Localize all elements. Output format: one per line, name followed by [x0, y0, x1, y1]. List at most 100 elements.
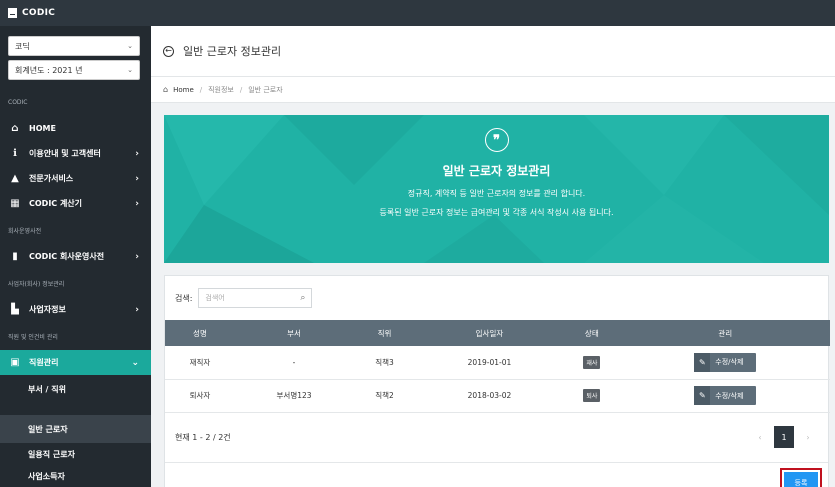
sidebar-item-label: CODIC 회사운영사전	[29, 252, 105, 261]
quote-icon: ❞	[484, 128, 509, 152]
year-select[interactable]: 회계년도 : 2021 년 ⌄	[8, 60, 140, 80]
search-row: 검색: ⌕	[165, 276, 828, 320]
table-header-row: 성명 부서 직위 입사일자 상태 관리	[165, 320, 830, 346]
cell-department: 부서명123	[276, 391, 312, 400]
sidebar-item-business[interactable]: ▙ 사업자정보 ›	[0, 297, 151, 322]
cell-name: 퇴사자	[189, 391, 211, 400]
chevron-right-icon: ›	[135, 198, 139, 209]
section-label: 사업자(회사) 정보관리	[8, 280, 65, 288]
graduation-cap-icon: ▲	[11, 173, 19, 184]
search-box[interactable]: ⌕	[198, 288, 313, 308]
section-label: 직원 및 인건비 관리	[8, 333, 58, 341]
column-header-name[interactable]: 성명	[165, 320, 235, 346]
chevron-down-icon: ⌄	[131, 357, 139, 368]
breadcrumb-section[interactable]: 직원정보	[208, 85, 234, 95]
sidebar-item-expert[interactable]: ▲ 전문가서비스 ›	[0, 166, 151, 191]
column-header-department[interactable]: 부서	[235, 320, 353, 346]
column-header-position[interactable]: 직위	[353, 320, 416, 346]
search-icon[interactable]: ⌕	[300, 293, 305, 303]
sidebar-subitem-daily-workers[interactable]: 일용직 근로자	[0, 443, 151, 465]
search-label: 검색:	[175, 293, 193, 303]
status-badge: 퇴사	[583, 389, 601, 402]
top-bar: CODIC	[0, 0, 835, 26]
user-card-icon: ▣	[10, 357, 20, 368]
hero-line-1: 정규직, 계약직 등 일반 근로자의 정보를 관리 합니다.	[407, 189, 586, 198]
chevron-down-icon: ⌄	[127, 66, 133, 74]
prev-page-button[interactable]: ‹	[750, 426, 770, 448]
chevron-right-icon: ›	[135, 173, 139, 184]
cell-status: 재사	[563, 346, 621, 379]
home-icon: ⌂	[11, 123, 19, 134]
main-content: ← 일반 근로자 정보관리 ⌂ Home / 직원정보 / 일반 근로자 ❞ 일…	[151, 26, 835, 487]
worker-table: 성명 부서 직위 입사일자 상태 관리 재직자 - 직책3 2019-01-01…	[165, 320, 830, 413]
cell-position: 직책3	[375, 357, 394, 367]
edit-delete-label: 수정/삭제	[715, 391, 744, 400]
breadcrumb-home[interactable]: Home	[173, 86, 194, 94]
sidebar-item-support[interactable]: ℹ 이용안내 및 고객센터 ›	[0, 141, 151, 166]
font-select[interactable]: 코딕 ⌄	[8, 36, 140, 56]
table-footer: 현재 1 - 2 / 2건 ‹ 1 ›	[165, 413, 828, 463]
cell-status: 퇴사	[563, 379, 621, 412]
page-title: 일반 근로자 정보관리	[183, 45, 282, 58]
register-row: 등록	[780, 468, 822, 487]
section-label: 회사운영사전	[8, 227, 42, 235]
sidebar-item-label: 사업자정보	[29, 305, 66, 314]
column-header-hire-date[interactable]: 입사일자	[416, 320, 563, 346]
column-header-manage: 관리	[718, 328, 733, 338]
edit-icon: ✎	[694, 352, 711, 372]
edit-delete-button[interactable]: ✎ 수정/삭제	[694, 386, 757, 405]
hero-line-2: 등록된 일반 근로자 정보는 급여관리 및 각종 서식 작성시 사용 됩니다.	[379, 208, 614, 217]
brand-name[interactable]: CODIC	[22, 8, 55, 18]
cell-position: 직책2	[375, 391, 394, 400]
logo-icon	[8, 8, 17, 18]
section-label: CODIC	[8, 98, 28, 106]
sidebar-subitem-departments[interactable]: 부서 / 직위	[0, 375, 151, 403]
book-icon: ▮	[12, 251, 18, 262]
breadcrumb-current: 일반 근로자	[248, 85, 283, 94]
hero-title: 일반 근로자 정보관리	[442, 164, 551, 178]
chevron-right-icon: ›	[135, 148, 139, 159]
sidebar: 코딕 ⌄ 회계년도 : 2021 년 ⌄ CODIC ⌂ HOME ℹ 이용안내…	[0, 26, 151, 487]
page-button-1[interactable]: 1	[774, 426, 794, 448]
next-page-button[interactable]: ›	[798, 426, 818, 448]
sidebar-item-calculator[interactable]: ▦ CODIC 계산기 ›	[0, 191, 151, 216]
sidebar-subitem-business-income[interactable]: 사업소득자	[0, 465, 151, 487]
edit-delete-button[interactable]: ✎ 수정/삭제	[694, 352, 757, 372]
sidebar-item-label: 이용안내 및 고객센터	[29, 149, 101, 158]
cell-name: 재직자	[189, 357, 211, 367]
hero-banner: ❞ 일반 근로자 정보관리 정규직, 계약직 등 일반 근로자의 정보를 관리 …	[164, 115, 829, 263]
sidebar-subitem-regular-workers[interactable]: 일반 근로자	[0, 415, 151, 443]
status-badge: 재사	[583, 355, 601, 369]
chevron-right-icon: ›	[135, 251, 139, 262]
calculator-icon: ▦	[10, 198, 20, 209]
table-row: 재직자 - 직책3 2019-01-01 재사 ✎ 수정/삭제	[165, 346, 830, 379]
breadcrumb: ⌂ Home / 직원정보 / 일반 근로자	[151, 77, 835, 103]
sidebar-item-dictionary[interactable]: ▮ CODIC 회사운영사전 ›	[0, 244, 151, 269]
cell-hire-date: 2018-03-02	[467, 391, 512, 400]
back-arrow-icon[interactable]: ←	[163, 45, 174, 57]
column-header-status[interactable]: 상태	[563, 320, 621, 346]
register-button[interactable]: 등록	[780, 468, 822, 487]
home-icon: ⌂	[163, 85, 169, 94]
sidebar-item-label: HOME	[29, 124, 56, 133]
page-header: ← 일반 근로자 정보관리	[151, 26, 835, 77]
worker-list-panel: 검색: ⌕ 성명 부서 직위 입사일자 상태 관리 재직자	[164, 275, 830, 487]
sidebar-item-label: 직원관리	[29, 358, 59, 367]
edit-icon: ✎	[694, 386, 711, 405]
sidebar-item-label: 전문가서비스	[29, 174, 74, 183]
cell-hire-date: 2019-01-01	[467, 357, 512, 367]
table-row: 퇴사자 부서명123 직책2 2018-03-02 퇴사 ✎ 수정/삭제	[165, 379, 830, 412]
cell-manage: ✎ 수정/삭제	[621, 346, 830, 379]
year-select-value: 회계년도 : 2021 년	[15, 65, 83, 75]
info-icon: ℹ	[13, 148, 17, 159]
sidebar-item-home[interactable]: ⌂ HOME	[0, 116, 151, 141]
chevron-down-icon: ⌄	[127, 42, 133, 50]
breadcrumb-separator: /	[239, 85, 243, 94]
cell-manage: ✎ 수정/삭제	[621, 379, 830, 412]
cell-department: -	[292, 357, 296, 367]
search-input[interactable]	[205, 294, 292, 302]
sidebar-item-employees[interactable]: ▣ 직원관리 ⌄	[0, 350, 151, 375]
font-select-value: 코딕	[15, 41, 30, 51]
sidebar-item-label: CODIC 계산기	[29, 199, 83, 208]
breadcrumb-separator: /	[199, 85, 203, 94]
